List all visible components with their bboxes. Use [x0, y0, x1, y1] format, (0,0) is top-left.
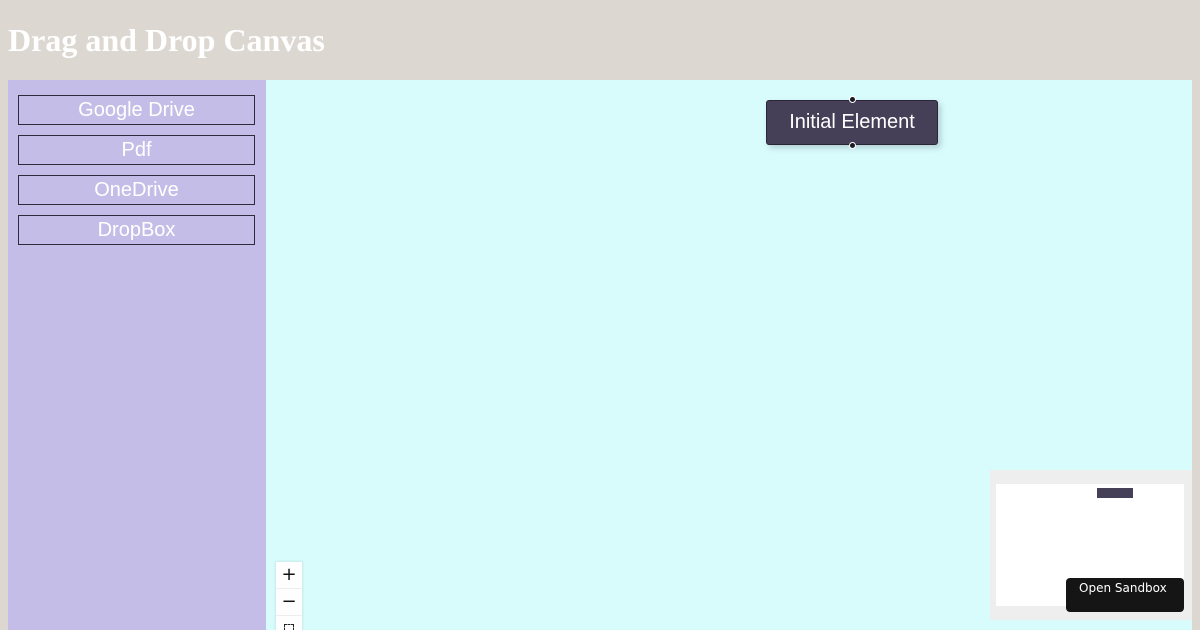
flow-node[interactable]: Initial Element	[766, 96, 938, 149]
page-title: Drag and Drop Canvas	[8, 22, 325, 58]
fit-view-icon	[284, 624, 294, 630]
plus-icon: +	[281, 564, 297, 585]
open-sandbox-button[interactable]: Open Sandbox	[1066, 578, 1184, 612]
zoom-in-button[interactable]: +	[276, 562, 302, 589]
minimap-node	[1097, 488, 1133, 498]
minus-icon: −	[281, 591, 297, 612]
sidebar: Google Drive Pdf OneDrive DropBox	[8, 80, 266, 630]
node-label: Initial Element	[789, 111, 915, 133]
sidebar-item-onedrive[interactable]: OneDrive	[18, 175, 255, 205]
fit-view-button[interactable]	[276, 624, 302, 630]
sidebar-item-pdf[interactable]: Pdf	[18, 135, 255, 165]
canvas-controls: + −	[276, 562, 302, 630]
node-source-handle[interactable]	[849, 142, 856, 149]
sidebar-item-google-drive[interactable]: Google Drive	[18, 95, 255, 125]
zoom-out-button[interactable]: −	[276, 589, 302, 616]
flow-canvas[interactable]: Initial Element + −	[266, 80, 1192, 630]
node-target-handle[interactable]	[849, 96, 856, 103]
sidebar-item-dropbox[interactable]: DropBox	[18, 215, 255, 245]
